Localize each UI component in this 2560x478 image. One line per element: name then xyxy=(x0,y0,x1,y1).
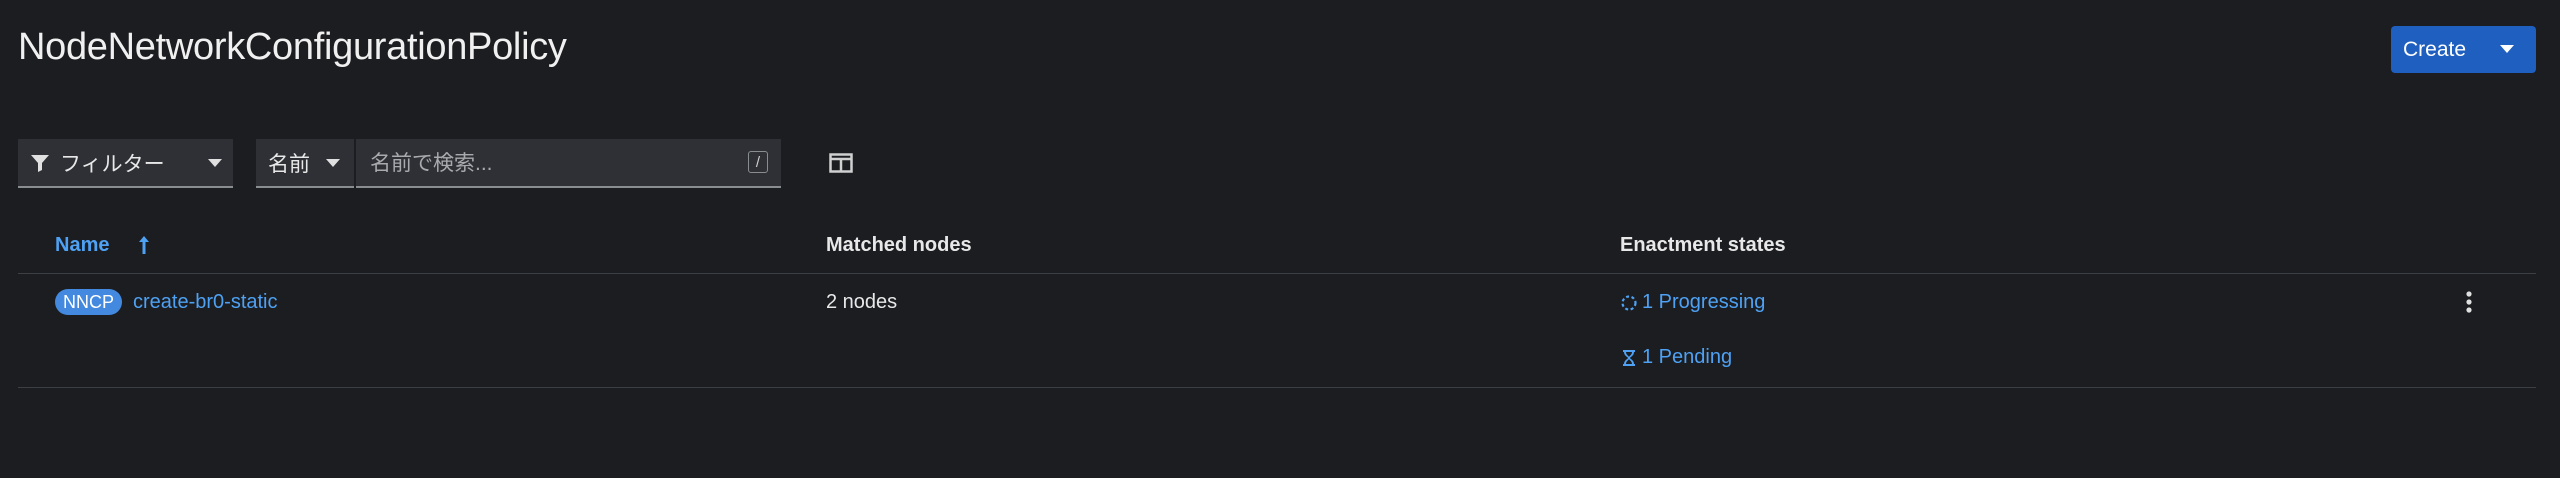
chevron-down-icon xyxy=(208,159,222,167)
kebab-menu-icon[interactable] xyxy=(2459,288,2479,316)
page-title: NodeNetworkConfigurationPolicy xyxy=(18,26,567,68)
policy-name-link[interactable]: create-br0-static xyxy=(133,291,278,314)
resource-badge: NNCP xyxy=(55,289,123,315)
in-progress-icon xyxy=(1621,294,1637,311)
enactment-state-label: 1 Pending xyxy=(1642,346,1733,368)
search-box[interactable]: / xyxy=(356,139,781,188)
sort-ascending-icon[interactable] xyxy=(137,234,151,256)
enactment-state-label: 1 Progressing xyxy=(1642,291,1766,313)
enactment-state-pending[interactable]: 1 Pending xyxy=(1620,346,1732,369)
column-header-enactment-states[interactable]: Enactment states xyxy=(1620,234,1786,257)
page: NodeNetworkConfigurationPolicy Create フィ… xyxy=(0,0,2560,478)
hourglass-icon xyxy=(1623,349,1635,366)
keyboard-shortcut-hint: / xyxy=(748,151,768,173)
column-header-name[interactable]: Name xyxy=(55,234,109,257)
attribute-select-label: 名前 xyxy=(268,152,310,176)
enactment-state-progressing[interactable]: 1 Progressing xyxy=(1620,291,1765,314)
chevron-down-icon xyxy=(326,159,340,167)
filter-dropdown-label: フィルター xyxy=(60,152,165,176)
create-button-label: Create xyxy=(2403,37,2467,61)
filter-dropdown[interactable]: フィルター xyxy=(18,139,233,188)
filter-icon xyxy=(31,154,49,172)
search-input[interactable] xyxy=(368,139,742,188)
matched-nodes-value: 2 nodes xyxy=(826,291,898,313)
column-header-matched-nodes[interactable]: Matched nodes xyxy=(826,234,972,257)
create-button[interactable]: Create xyxy=(2391,26,2536,73)
chevron-down-icon[interactable] xyxy=(2500,45,2514,53)
table-row: NNCP create-br0-static 2 nodes 1 Progres… xyxy=(18,274,2536,388)
attribute-select[interactable]: 名前 xyxy=(256,139,354,188)
table-header: Name Matched nodes Enactment states xyxy=(18,224,2536,274)
manage-columns-icon[interactable] xyxy=(829,152,853,174)
